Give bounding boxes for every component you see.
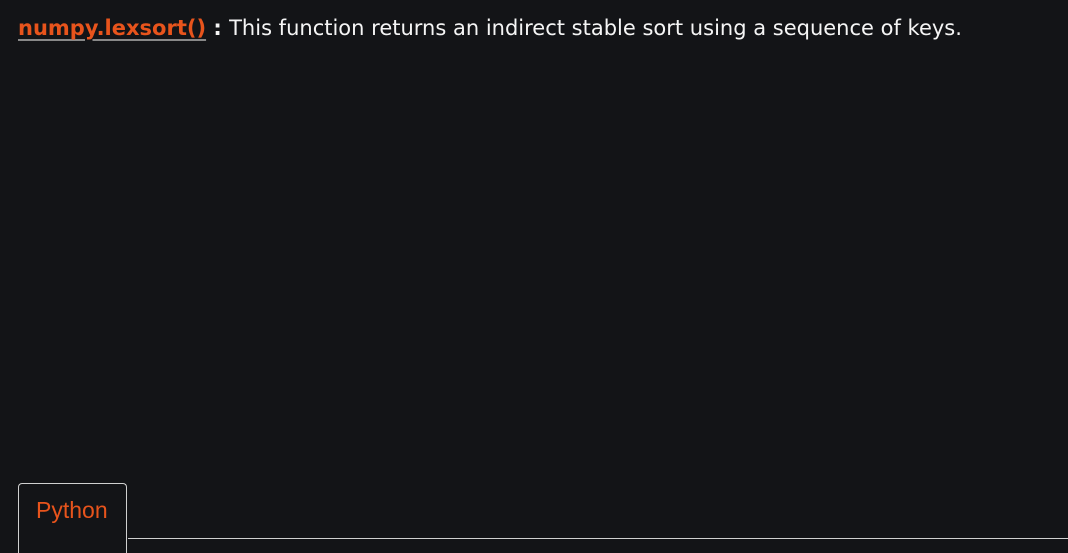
page-heading: numpy.lexsort() : This function returns … <box>18 16 962 40</box>
tab-python-label: Python <box>36 497 108 523</box>
tab-python[interactable]: Python <box>18 483 127 553</box>
numpy-lexsort-link[interactable]: numpy.lexsort() <box>18 16 206 40</box>
heading-description: This function returns an indirect stable… <box>229 16 962 40</box>
heading-separator: : <box>206 16 230 40</box>
tab-bar-border <box>128 538 1068 539</box>
